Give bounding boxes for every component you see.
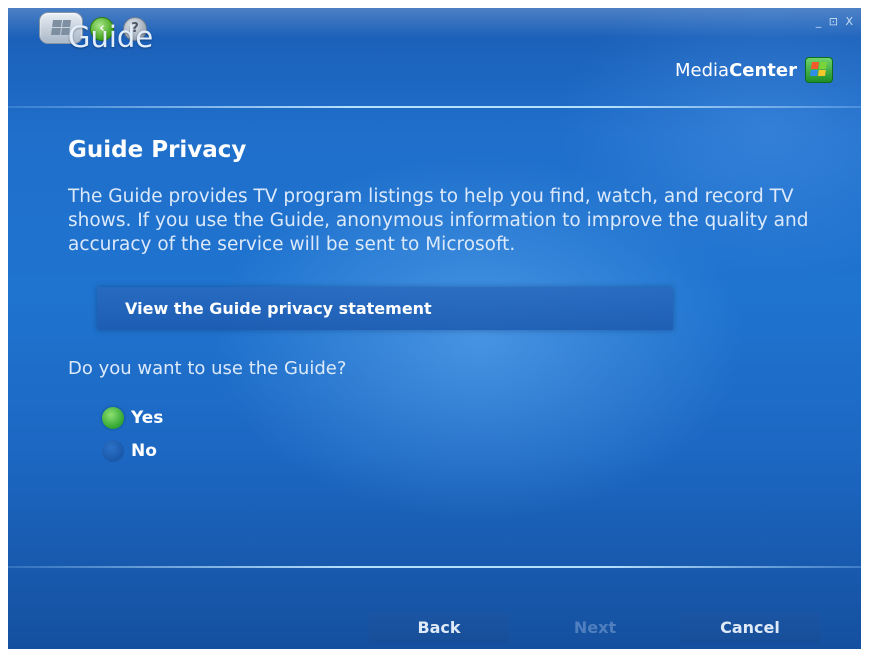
radio-selected-icon[interactable] [102, 407, 124, 429]
cancel-button[interactable]: Cancel [680, 613, 820, 643]
privacy-statement-label: View the Guide privacy statement [125, 299, 432, 318]
back-button[interactable]: Back [369, 613, 509, 643]
section-title: Guide [68, 20, 154, 54]
brand-text-bold: Center [729, 59, 797, 81]
radio-label-no: No [131, 441, 157, 461]
description-text: The Guide provides TV program listings t… [68, 186, 809, 255]
question-text: Do you want to use the Guide? [68, 358, 347, 379]
privacy-statement-button[interactable]: View the Guide privacy statement [97, 287, 673, 330]
window-controls[interactable]: _ ⊡ X [816, 15, 855, 28]
page-title: Guide Privacy [68, 137, 247, 163]
radio-option-no[interactable]: No [102, 439, 157, 463]
media-center-window: ‹ ? _ ⊡ X Guide MediaCenter Guide Privac… [8, 8, 861, 649]
footer-divider [8, 566, 861, 568]
radio-option-yes[interactable]: Yes [102, 406, 163, 430]
next-button[interactable]: Next [525, 613, 665, 643]
media-center-logo-icon [805, 57, 833, 83]
radio-label-yes: Yes [131, 408, 164, 428]
radio-unselected-icon[interactable] [102, 440, 124, 462]
brand-text-light: Media [675, 59, 730, 81]
header-divider [8, 106, 861, 108]
brand: MediaCenter [675, 57, 833, 83]
